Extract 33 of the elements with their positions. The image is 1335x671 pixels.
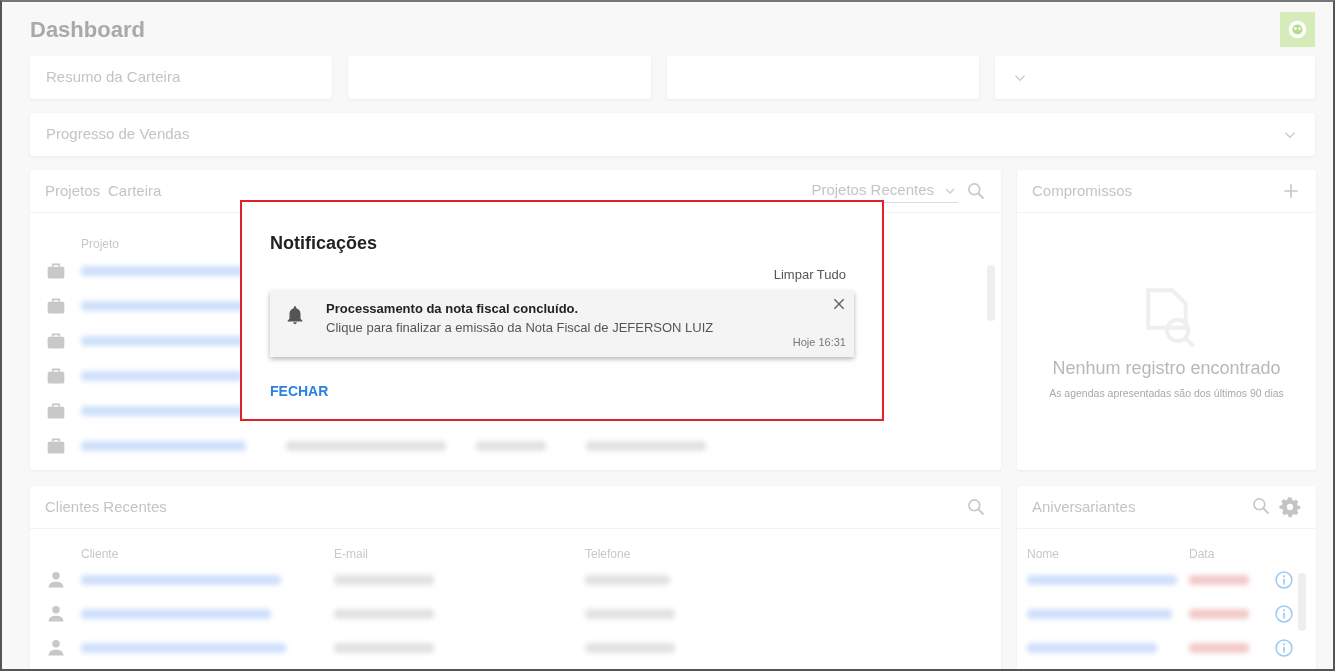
info-icon[interactable] — [1274, 638, 1294, 658]
page-title: Dashboard — [30, 15, 145, 44]
empty-state-note: As agendas apresentadas são dos últimos 90 dias — [1049, 386, 1284, 401]
panel-title: Aniversariantes — [1032, 496, 1136, 517]
close-dialog-button[interactable]: FECHAR — [270, 380, 329, 402]
search-icon[interactable] — [966, 497, 986, 517]
clear-all-button[interactable]: Limpar Tudo — [773, 265, 846, 285]
panel-title: Progresso de Vendas — [46, 124, 190, 145]
notification-time: Hoje 16:31 — [792, 335, 846, 350]
person-icon — [46, 570, 66, 590]
empty-state-title: Nenhum registro encontrado — [1052, 357, 1281, 380]
gear-icon[interactable] — [1279, 496, 1301, 518]
plus-icon[interactable] — [1281, 181, 1301, 201]
notification-card[interactable]: Processamento da nota fiscal concluído. Clique para finalizar a emissão da Nota Fiscal de JEFERSON LUIZ Hoje 16:31 — [270, 290, 854, 357]
person-icon — [46, 638, 66, 658]
blurred-text — [476, 440, 546, 451]
panel-title: Compromissos — [1032, 180, 1133, 201]
panel-title: Clientes Recentes — [45, 496, 167, 517]
blurred-text — [1189, 575, 1249, 585]
notification-title: Processamento da nota fiscal concluído. — [326, 299, 580, 318]
info-icon[interactable] — [1274, 570, 1294, 590]
logo-icon[interactable] — [1280, 11, 1315, 47]
person-icon — [46, 604, 66, 624]
blurred-text — [1189, 643, 1249, 653]
close-button[interactable] — [832, 296, 846, 311]
search-icon[interactable] — [1251, 496, 1271, 516]
search-icon[interactable] — [966, 181, 986, 201]
dialog-title: Notificações — [270, 232, 379, 255]
card-title: Resumo da Carteira — [46, 67, 181, 88]
notification-message: Clique para finalizar a emissão da Nota Fiscal de JEFERSON LUIZ — [326, 319, 714, 337]
info-icon[interactable] — [1274, 604, 1294, 624]
close-icon — [832, 296, 846, 311]
blurred-text — [1189, 609, 1249, 619]
